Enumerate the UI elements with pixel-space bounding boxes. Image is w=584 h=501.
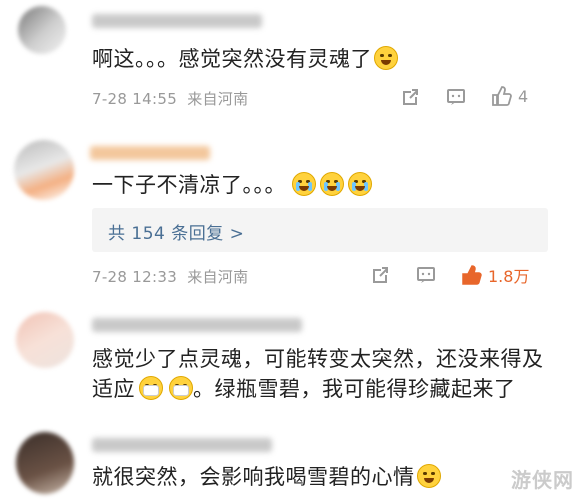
avatar[interactable] — [16, 312, 74, 368]
laugh-cry-emoji — [374, 46, 398, 70]
mask-emoji — [169, 376, 193, 400]
comment-text-content: 适应 — [92, 377, 135, 401]
comment-meta: 7-28 14:55 来自河南 — [92, 88, 248, 109]
username-blurred[interactable] — [90, 146, 210, 160]
comment-location: 来自河南 — [187, 268, 249, 286]
thumbs-up-icon — [462, 265, 482, 285]
crying-emoji — [320, 172, 344, 196]
username-blurred[interactable] — [92, 14, 262, 28]
comment-text: 感觉少了点灵魂，可能转变太突然，还没来得及 — [92, 347, 544, 371]
share-icon — [403, 89, 418, 105]
comment-button[interactable] — [416, 265, 436, 285]
comment-text: 一下子不清凉了。。。 — [92, 170, 372, 200]
comment-icon — [447, 89, 465, 105]
comment-text-content: 。绿瓶雪碧，我可能得珍藏起来了 — [193, 377, 516, 401]
comment-time: 7-28 12:33 — [92, 268, 178, 286]
comment-text-content: 啊这。。。感觉突然没有灵魂了 — [92, 47, 372, 71]
username-blurred[interactable] — [92, 438, 272, 452]
watermark-logo: 游侠网 — [511, 468, 574, 492]
comment-meta: 7-28 12:33 来自河南 — [92, 266, 248, 287]
laugh-cry-emoji — [416, 464, 441, 488]
avatar[interactable] — [18, 6, 66, 54]
like-button[interactable]: 1.8万 — [460, 263, 529, 287]
comment-location: 来自河南 — [187, 90, 249, 108]
thumbs-up-icon — [492, 86, 512, 106]
like-count: 4 — [518, 86, 529, 106]
share-button[interactable] — [370, 265, 390, 285]
like-count: 1.8万 — [488, 267, 530, 286]
comment-time: 7-28 14:55 — [92, 90, 178, 108]
share-icon — [373, 267, 388, 283]
comment-button[interactable] — [446, 87, 466, 107]
comment-icon — [417, 267, 435, 283]
comment-text: 适应 。绿瓶雪碧，我可能得珍藏起来了 — [92, 374, 516, 404]
avatar[interactable] — [16, 432, 74, 494]
comment-text-content: 一下子不清凉了。。。 — [92, 173, 286, 197]
avatar[interactable] — [14, 140, 74, 200]
view-replies-link[interactable]: 共 154 条回复 > — [108, 219, 244, 244]
username-blurred[interactable] — [92, 318, 302, 332]
crying-emoji — [348, 172, 372, 196]
like-button[interactable]: 4 — [490, 85, 528, 107]
comment-text: 啊这。。。感觉突然没有灵魂了 — [92, 44, 398, 74]
comment-text-content: 就很突然，会影响我喝雪碧的心情 — [92, 465, 415, 489]
share-button[interactable] — [400, 87, 420, 107]
mask-emoji — [139, 376, 163, 400]
crying-emoji — [292, 172, 316, 196]
comment-text: 就很突然，会影响我喝雪碧的心情 — [92, 462, 441, 492]
